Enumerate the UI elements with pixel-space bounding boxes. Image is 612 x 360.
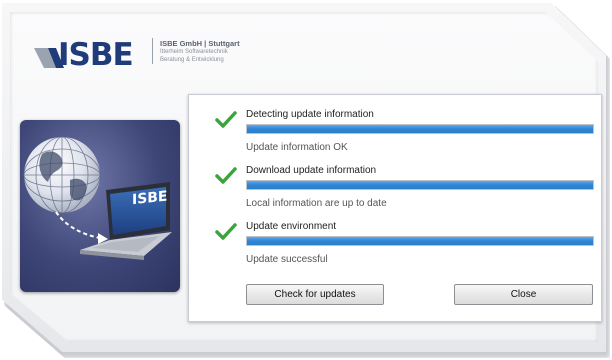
- update-illustration: ISBE: [20, 120, 180, 292]
- progress-bar: [246, 180, 594, 190]
- step-download: Download update information Local inform…: [189, 151, 601, 209]
- progress-bar-fill: [247, 181, 593, 189]
- close-button[interactable]: Close: [454, 284, 593, 305]
- company-info: ISBE GmbH | Stuttgart Itterheim Software…: [152, 38, 310, 64]
- progress-bar: [246, 124, 594, 134]
- progress-bar-fill: [247, 125, 593, 133]
- isbe-logo: ISBE: [34, 37, 146, 73]
- logo-text: ISBE: [58, 37, 134, 73]
- company-line-2: Beratung & Entwicklung: [160, 56, 224, 63]
- logo-mark-icon: [34, 48, 64, 68]
- step-title: Detecting update information: [246, 109, 374, 120]
- globe-laptop-illustration-icon: ISBE: [23, 136, 172, 260]
- step-environment: Update environment Update successful: [189, 207, 601, 265]
- step-detecting: Detecting update information Update info…: [189, 95, 601, 153]
- check-for-updates-button[interactable]: Check for updates: [246, 284, 384, 305]
- company-line-1: Itterheim Softwaretechnik: [160, 49, 228, 55]
- step-title: Download update information: [246, 165, 377, 176]
- update-panel: Detecting update information Update info…: [188, 94, 602, 322]
- company-name: ISBE GmbH | Stuttgart: [160, 39, 240, 48]
- step-status: Update successful: [246, 254, 328, 265]
- progress-bar-fill: [247, 237, 593, 245]
- checkmark-icon: [215, 167, 237, 184]
- checkmark-icon: [215, 111, 237, 128]
- checkmark-icon: [215, 223, 237, 240]
- progress-bar: [246, 236, 594, 246]
- step-title: Update environment: [246, 221, 337, 232]
